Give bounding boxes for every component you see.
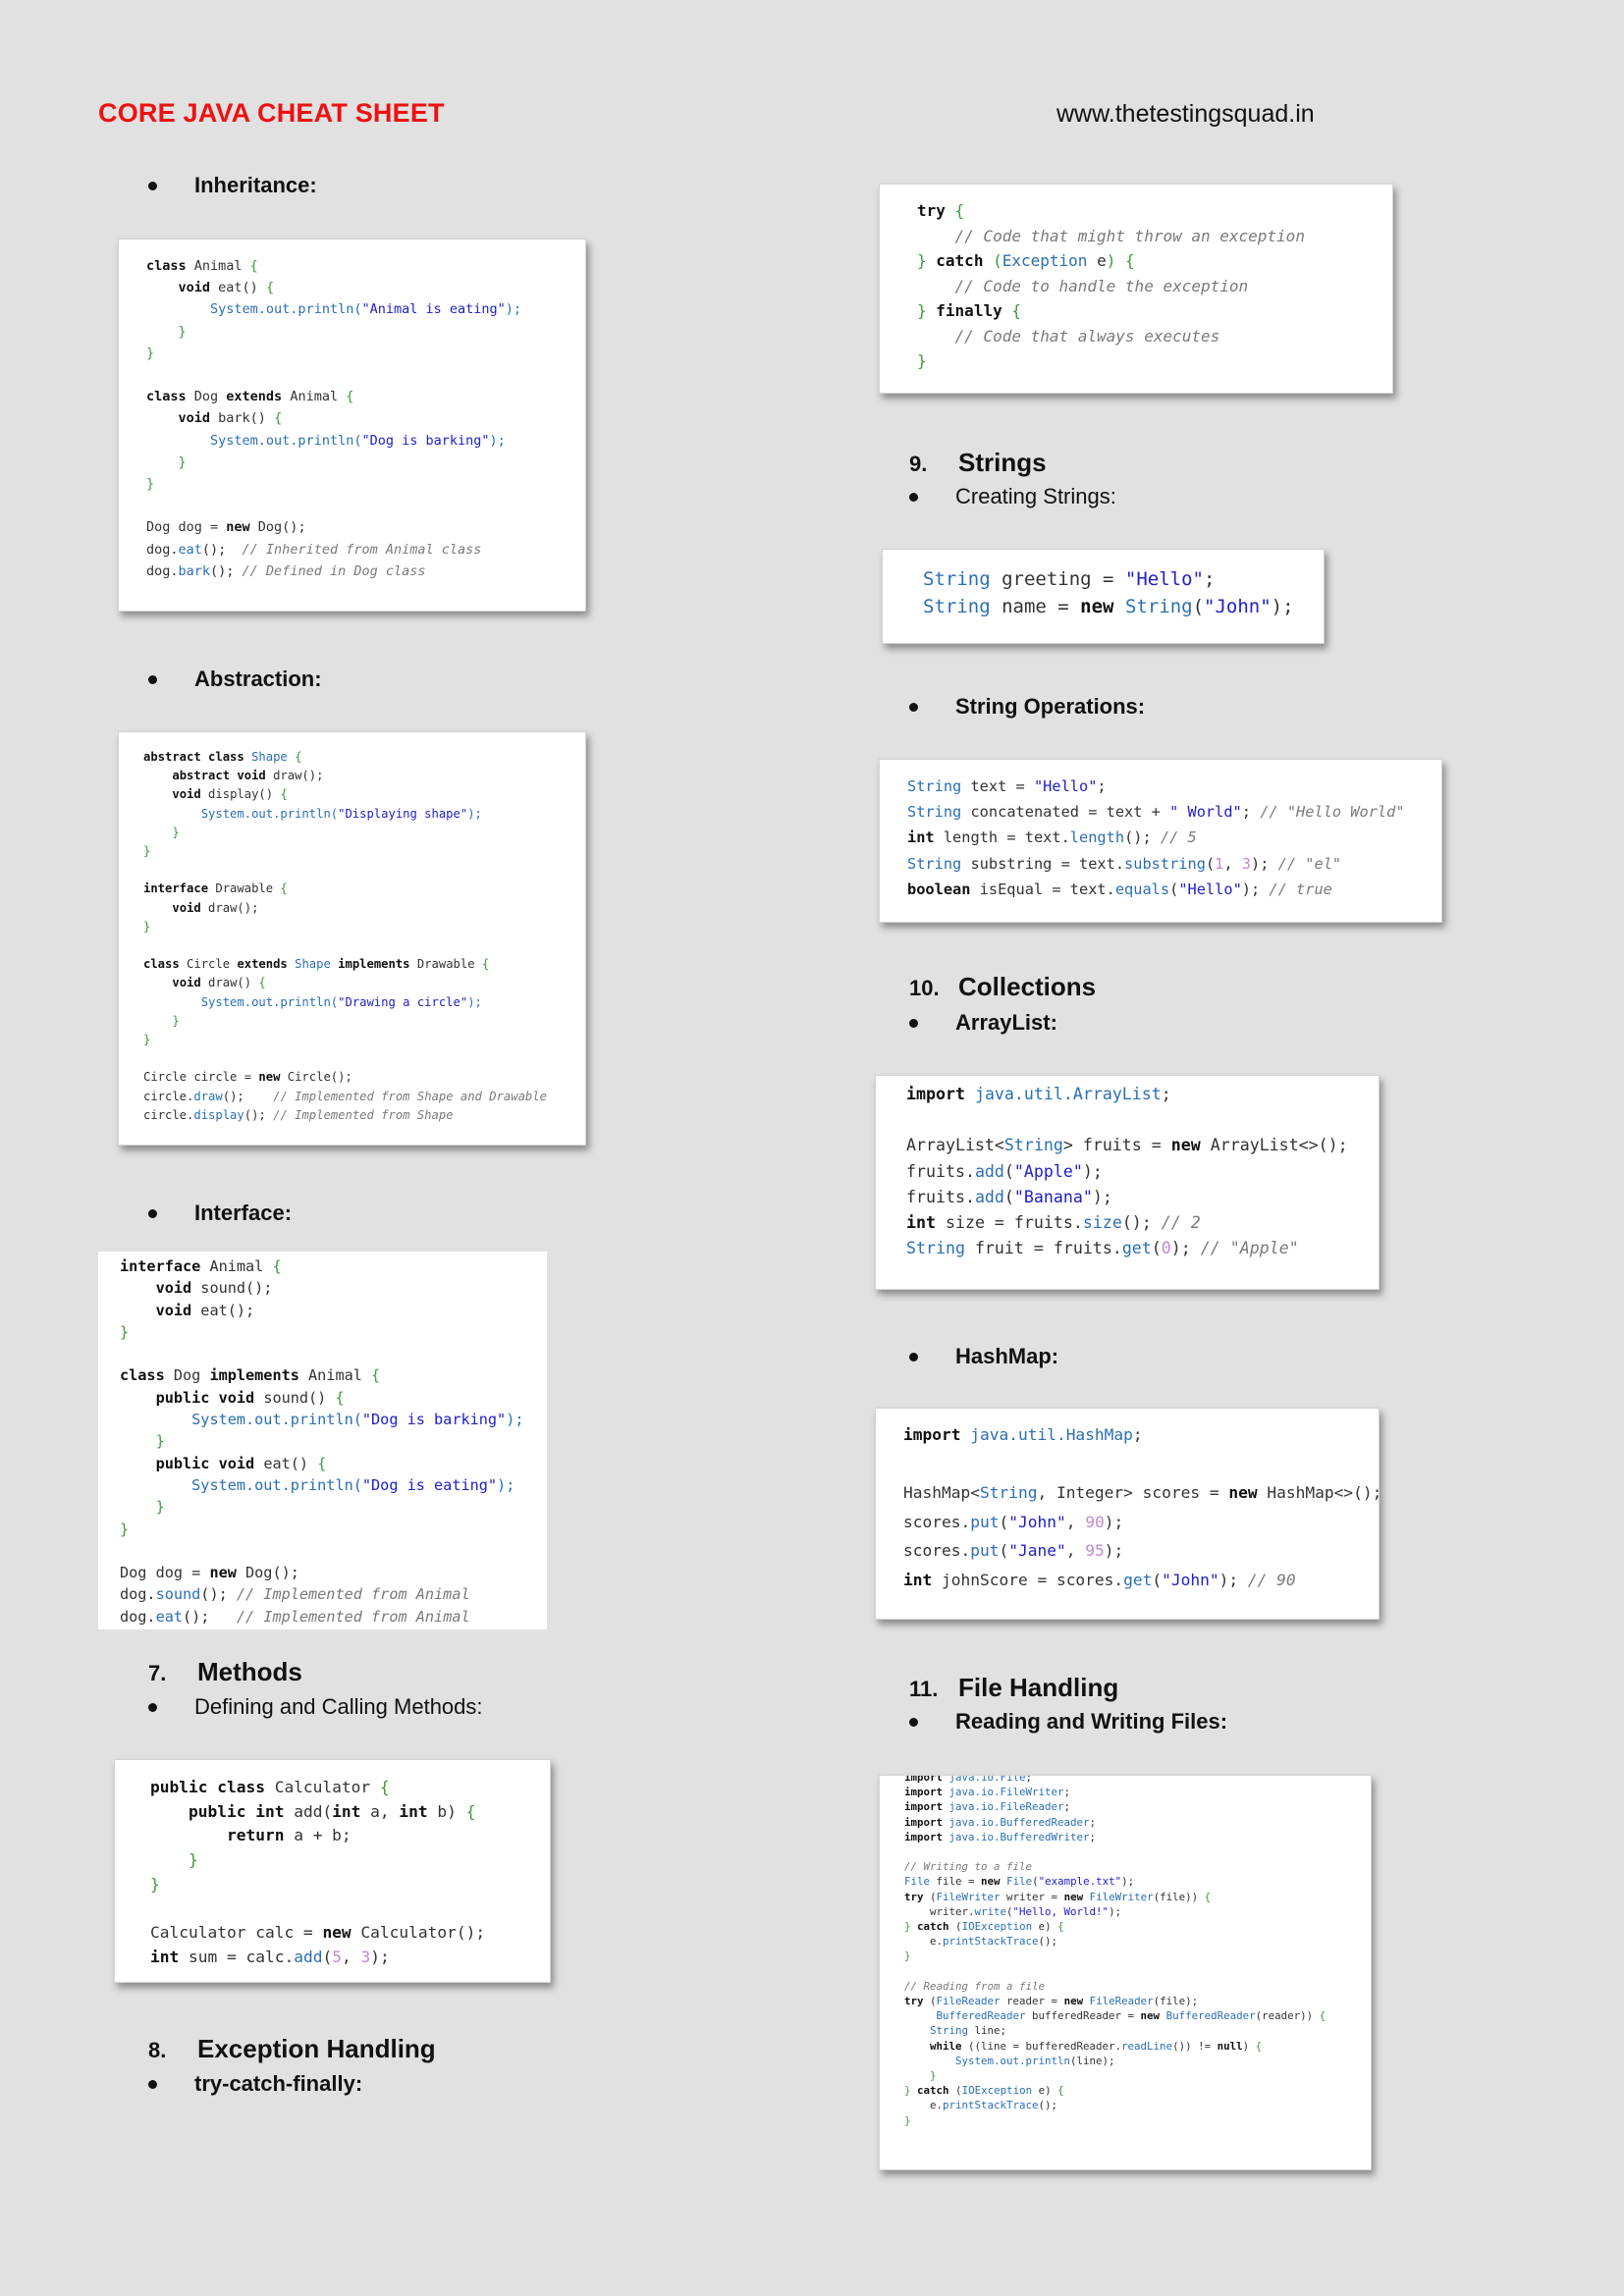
abstraction-bullet: Abstraction: bbox=[148, 667, 322, 692]
string-ops-code-block: String text = "Hello"; String concatenat… bbox=[879, 759, 1442, 923]
bullet-dot bbox=[909, 702, 918, 712]
inheritance-code-block: class Animal { void eat() { System.out.p… bbox=[118, 239, 586, 612]
website-url: www.thetestingsquad.in bbox=[1056, 100, 1315, 128]
bullet-dot bbox=[148, 674, 157, 684]
file-handling-heading: 11. File Handling bbox=[909, 1673, 1118, 1703]
bullet-dot bbox=[909, 1717, 918, 1727]
bullet-dot bbox=[148, 1702, 157, 1712]
bullet-dot bbox=[148, 2079, 157, 2089]
arraylist-label: ArrayList: bbox=[955, 1010, 1057, 1035]
creating-strings-code-block: String greeting = "Hello"; String name =… bbox=[882, 549, 1325, 644]
bullet-dot bbox=[909, 1352, 918, 1362]
exception-title: Exception Handling bbox=[197, 2034, 436, 2063]
bullet-dot bbox=[148, 181, 157, 190]
abstraction-code-block: abstract class Shape { abstract void dra… bbox=[118, 731, 586, 1146]
page-title: CORE JAVA CHEAT SHEET bbox=[98, 98, 445, 128]
exception-number: 8. bbox=[148, 2038, 167, 2062]
file-handling-code-block: import java.io.File; import java.io.File… bbox=[879, 1775, 1372, 2170]
methods-title: Methods bbox=[197, 1657, 302, 1686]
exception-heading: 8. Exception Handling bbox=[148, 2034, 436, 2064]
strings-title: Strings bbox=[958, 448, 1047, 477]
hashmap-bullet: HashMap: bbox=[909, 1344, 1058, 1369]
strings-bullet: Creating Strings: bbox=[909, 484, 1116, 509]
methods-code-block: public class Calculator { public int add… bbox=[114, 1759, 551, 1983]
strings-sub-label: Creating Strings: bbox=[955, 484, 1116, 508]
hashmap-label: HashMap: bbox=[955, 1344, 1059, 1368]
methods-heading: 7. Methods bbox=[148, 1657, 302, 1687]
methods-sub-label: Defining and Calling Methods: bbox=[194, 1694, 483, 1719]
file-handling-sub-label: Reading and Writing Files: bbox=[955, 1709, 1228, 1734]
abstraction-label: Abstraction: bbox=[194, 667, 322, 691]
hashmap-code-block: import java.util.HashMap; HashMap<String… bbox=[875, 1408, 1380, 1620]
string-ops-bullet: String Operations: bbox=[909, 694, 1145, 720]
interface-code-block: interface Animal { void sound(); void ea… bbox=[98, 1252, 547, 1629]
exception-bullet: try-catch-finally: bbox=[148, 2071, 362, 2097]
file-handling-bullet: Reading and Writing Files: bbox=[909, 1709, 1227, 1735]
bullet-dot bbox=[148, 1208, 157, 1218]
inheritance-label: Inheritance: bbox=[194, 173, 317, 197]
strings-heading: 9. Strings bbox=[909, 448, 1047, 478]
inheritance-bullet: Inheritance: bbox=[148, 173, 317, 198]
string-ops-label: String Operations: bbox=[955, 694, 1146, 719]
interface-label: Interface: bbox=[194, 1201, 293, 1225]
file-handling-number: 11. bbox=[909, 1677, 939, 1701]
file-handling-title: File Handling bbox=[958, 1673, 1119, 1702]
strings-number: 9. bbox=[909, 452, 928, 476]
bullet-dot bbox=[909, 1018, 918, 1028]
exception-sub-label: try-catch-finally: bbox=[194, 2071, 363, 2096]
try-catch-code-block: try { // Code that might throw an except… bbox=[879, 184, 1393, 394]
arraylist-bullet: ArrayList: bbox=[909, 1010, 1057, 1036]
interface-bullet: Interface: bbox=[148, 1201, 292, 1226]
collections-number: 10. bbox=[909, 976, 940, 1000]
methods-bullet: Defining and Calling Methods: bbox=[148, 1694, 483, 1720]
bullet-dot bbox=[909, 492, 918, 502]
collections-title: Collections bbox=[958, 972, 1097, 1001]
methods-number: 7. bbox=[148, 1661, 167, 1685]
arraylist-code-block: import java.util.ArrayList; ArrayList<St… bbox=[875, 1075, 1380, 1290]
collections-heading: 10. Collections bbox=[909, 972, 1096, 1002]
